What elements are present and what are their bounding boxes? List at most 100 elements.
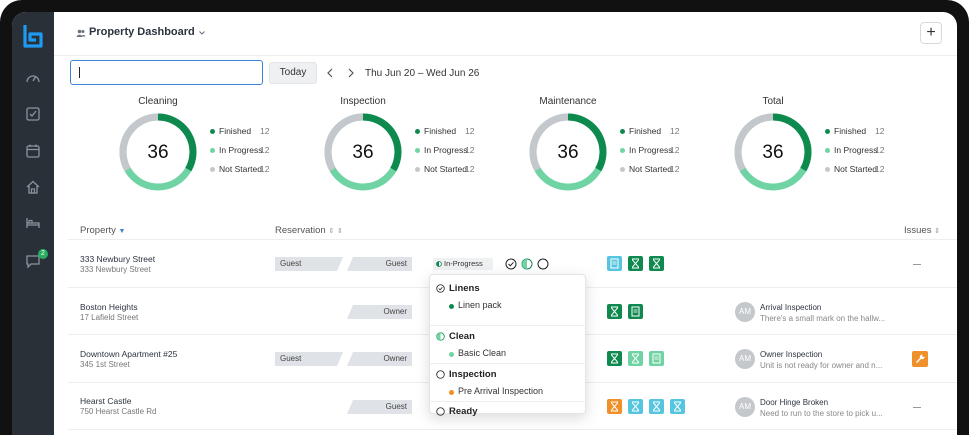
empty-circle-icon	[436, 370, 445, 379]
sort-icon[interactable]: ⇕	[337, 228, 343, 235]
checkbox-icon[interactable]	[25, 106, 41, 122]
sidebar: 2	[12, 12, 54, 435]
legend-dot	[415, 129, 420, 134]
no-issue-dash	[913, 264, 921, 265]
sort-icon[interactable]: ⇕	[934, 228, 940, 235]
reservation-bar[interactable]: Owner	[275, 305, 412, 319]
hourglass-icon[interactable]	[607, 351, 622, 366]
property-name[interactable]: Boston Heights	[80, 302, 138, 312]
text-cursor	[79, 67, 80, 78]
property-address: 750 Hearst Castle Rd	[80, 407, 157, 416]
popup-title: Linens	[449, 283, 480, 294]
legend-value: 12	[465, 164, 475, 174]
reservation-right: Guest	[347, 257, 412, 271]
speedometer-icon[interactable]	[25, 70, 41, 86]
calendar-icon[interactable]	[25, 143, 41, 159]
half-circle-icon[interactable]	[521, 258, 533, 270]
popup-subitem[interactable]: Basic Clean	[458, 348, 506, 358]
check-circle-icon	[436, 284, 445, 293]
property-name[interactable]: Hearst Castle	[80, 396, 132, 406]
popup-subitem[interactable]: Pre Arrival Inspection	[458, 386, 543, 396]
task-progress-popup[interactable]: Linens Linen pack Clean Basic Clean Insp…	[429, 274, 587, 417]
donut-chart[interactable]: 36	[731, 110, 815, 194]
stat-card-maintenance[interactable]: Maintenance 36 Finished 12 In Progress 1…	[528, 96, 728, 196]
chevron-down-icon[interactable]	[198, 29, 206, 37]
issue-title[interactable]: Owner Inspection	[760, 350, 822, 359]
legend-value: 12	[465, 145, 475, 155]
property-address: 17 Lafield Street	[80, 313, 139, 322]
today-button[interactable]: Today	[269, 62, 317, 84]
hourglass-icon[interactable]	[628, 256, 643, 271]
hourglass-icon[interactable]	[649, 399, 664, 414]
legend-item: In Progress 12	[210, 145, 310, 164]
wrench-icon[interactable]	[912, 351, 928, 367]
avatar[interactable]: AM	[735, 397, 755, 417]
legend-label: Finished	[629, 126, 662, 136]
donut-total: 36	[147, 142, 168, 163]
sort-down-icon[interactable]: ▼	[119, 228, 126, 235]
hourglass-icon[interactable]	[649, 256, 664, 271]
chevron-left-icon[interactable]	[326, 68, 334, 78]
b-logo-icon[interactable]	[21, 23, 45, 49]
issue-note: Need to run to the store to pick u...	[760, 409, 883, 418]
col-reservation[interactable]: Reservation ⇕ ⇕	[275, 225, 343, 236]
people-icon	[76, 29, 86, 37]
bed-icon[interactable]	[25, 215, 41, 231]
stat-title: Cleaning	[138, 96, 178, 107]
donut-chart[interactable]: 36	[526, 110, 610, 194]
stat-card-cleaning[interactable]: Cleaning 36 Finished 12 In Progress 12 N…	[118, 96, 318, 196]
search-input[interactable]	[70, 60, 263, 85]
reservation-right: Owner	[347, 352, 412, 366]
divider	[430, 401, 587, 402]
popup-title: Ready	[449, 406, 478, 417]
sort-icon[interactable]: ⇕	[328, 228, 334, 235]
hourglass-icon[interactable]	[628, 399, 643, 414]
hourglass-icon[interactable]	[670, 399, 685, 414]
clipboard-icon[interactable]	[628, 304, 643, 319]
issue-title[interactable]: Arrival Inspection	[760, 303, 821, 312]
avatar[interactable]: AM	[735, 302, 755, 322]
chevron-right-icon[interactable]	[347, 68, 355, 78]
legend-item: Not Started 12	[620, 164, 720, 183]
property-name[interactable]: 333 Newbury Street	[80, 254, 155, 264]
clipboard-icon[interactable]	[607, 256, 622, 271]
donut-chart[interactable]: 36	[321, 110, 405, 194]
issue-note: Unit is not ready for owner and n...	[760, 361, 883, 370]
home-icon[interactable]	[25, 179, 41, 195]
popup-subitem[interactable]: Linen pack	[458, 300, 502, 310]
donut-legend: Finished 12 In Progress 12 Not Started 1…	[415, 126, 515, 183]
divider	[430, 363, 587, 364]
legend-item: In Progress 12	[620, 145, 720, 164]
legend-item: Finished 12	[825, 126, 925, 145]
stat-card-inspection[interactable]: Inspection 36 Finished 12 In Progress 12…	[323, 96, 523, 196]
status-badge[interactable]: In-Progress	[433, 258, 493, 270]
legend-label: Not Started	[219, 164, 262, 174]
hourglass-icon[interactable]	[607, 399, 622, 414]
avatar[interactable]: AM	[735, 349, 755, 369]
legend-dot	[210, 167, 215, 172]
donut-chart[interactable]: 36	[116, 110, 200, 194]
legend-dot	[210, 148, 215, 153]
reservation-bar[interactable]: Guest	[275, 400, 412, 414]
property-name[interactable]: Downtown Apartment #25	[80, 349, 177, 359]
issue-title[interactable]: Door Hinge Broken	[760, 398, 828, 407]
empty-circle-icon[interactable]	[537, 258, 549, 270]
page-title[interactable]: Property Dashboard	[89, 26, 195, 38]
reservation-bar[interactable]: Guest Owner	[275, 352, 412, 366]
check-circle-icon[interactable]	[505, 258, 517, 270]
col-reservation-label: Reservation	[275, 225, 326, 236]
hourglass-icon[interactable]	[628, 351, 643, 366]
stat-title: Inspection	[340, 96, 386, 107]
col-property[interactable]: Property ▼	[80, 225, 125, 236]
legend-item: In Progress 12	[415, 145, 515, 164]
col-issues[interactable]: Issues ⇕	[904, 225, 940, 236]
add-button[interactable]: +	[920, 22, 942, 44]
half-circle-icon	[436, 332, 445, 341]
app-window: 2 Property Dashboard + Today Thu Jun 20 …	[12, 12, 957, 435]
reservation-bar[interactable]: Guest Guest	[275, 257, 412, 271]
clipboard-icon[interactable]	[649, 351, 664, 366]
legend-label: Not Started	[424, 164, 467, 174]
stat-card-total[interactable]: Total 36 Finished 12 In Progress 12 Not …	[733, 96, 933, 196]
col-issues-label: Issues	[904, 225, 932, 236]
hourglass-icon[interactable]	[607, 304, 622, 319]
